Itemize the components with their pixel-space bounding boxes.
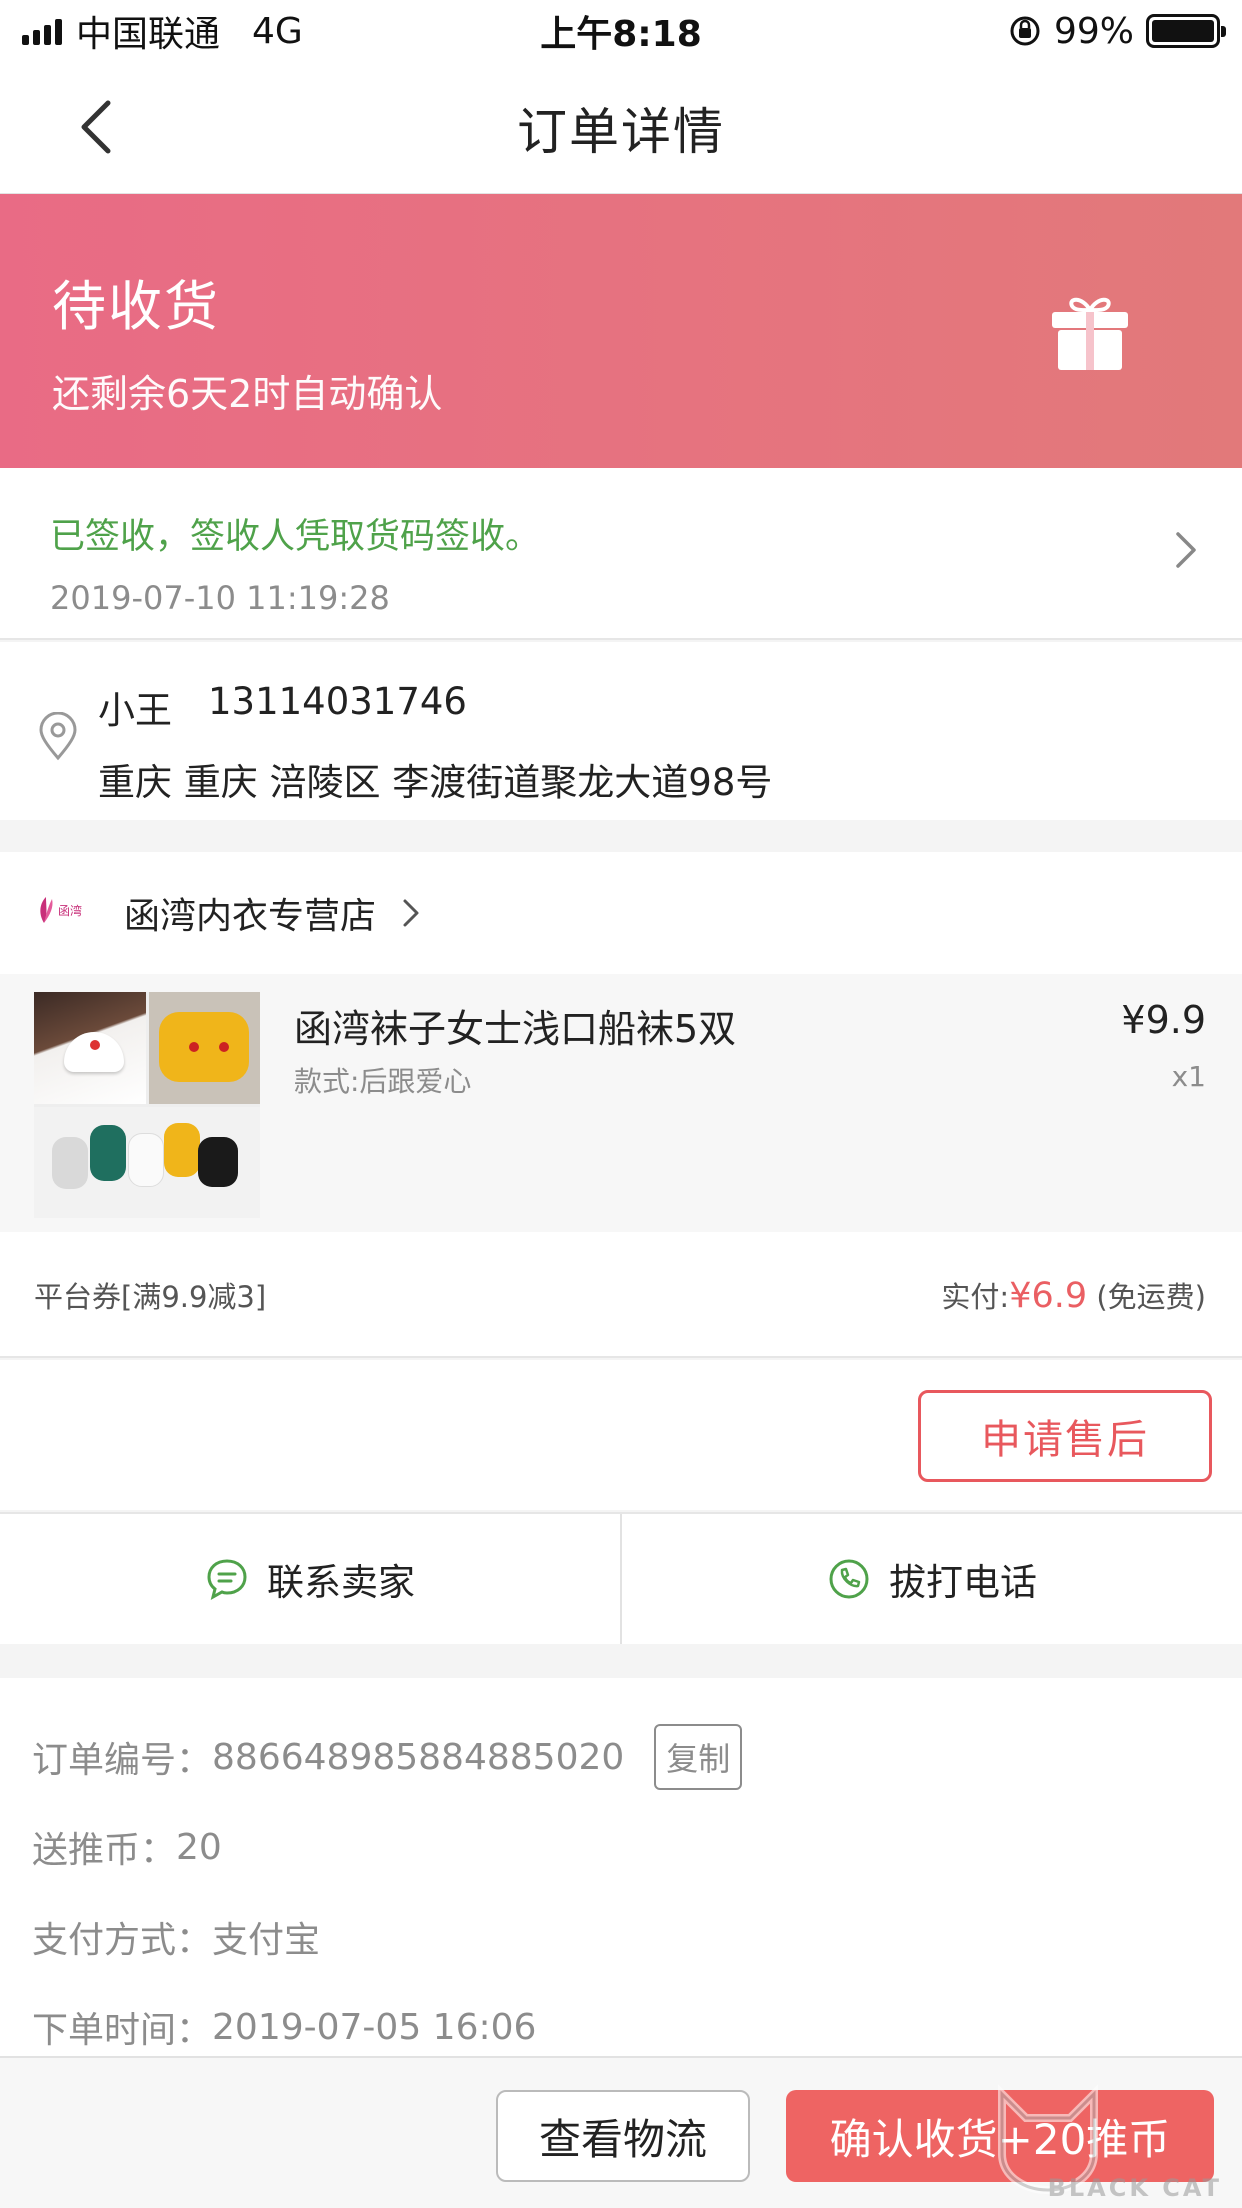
paid-amount: ¥6.9 xyxy=(1009,1276,1088,1316)
shop-logo-icon: 函湾 xyxy=(40,897,82,923)
order-time-value: 2019-07-05 16:06 xyxy=(212,2006,537,2048)
carrier-label: 中国联通 xyxy=(76,14,221,55)
network-label: 4G xyxy=(252,10,303,52)
product-photo-3 xyxy=(34,1106,260,1218)
coins-value: 20 xyxy=(176,1826,222,1868)
order-number-row: 订单编号： 886648985884885020 复制 xyxy=(32,1712,1242,1802)
status-left: 中国联通 4G xyxy=(22,5,303,57)
order-detail-page: 中国联通 4G 上午8:18 99% 订单详情 待收货 还剩余6天2时自动确认 xyxy=(0,0,1242,2208)
product-image xyxy=(34,992,260,1218)
payment-summary: 平台券[满9.9减3] 实付:¥6.9 (免运费) xyxy=(0,1232,1242,1358)
after-sale-button[interactable]: 申请售后 xyxy=(918,1390,1212,1482)
view-logistics-button[interactable]: 查看物流 xyxy=(496,2090,750,2182)
chevron-right-icon xyxy=(403,899,419,927)
order-info: 订单编号： 886648985884885020 复制 送推币： 20 支付方式… xyxy=(0,1678,1242,2056)
shop-row[interactable]: 函湾 函湾内衣专营店 xyxy=(0,852,1242,974)
product-price: ¥9.9 xyxy=(1121,998,1206,1042)
order-number: 886648985884885020 xyxy=(212,1736,625,1778)
contact-seller-button[interactable]: 联系卖家 xyxy=(0,1514,620,1644)
product-photo-1 xyxy=(34,992,146,1104)
coins-label: 送推币： xyxy=(32,1830,177,1871)
product-name: 函湾袜子女士浅口船袜5双 xyxy=(294,1007,737,1051)
product-quantity: x1 xyxy=(1171,1060,1206,1093)
after-sale-row: 申请售后 xyxy=(0,1360,1242,1510)
back-button[interactable] xyxy=(60,92,130,162)
order-time-label: 下单时间： xyxy=(32,2010,213,2051)
coupon-label: 平台券[满9.9减3] xyxy=(34,1280,267,1314)
product-photo-2 xyxy=(148,992,260,1104)
chevron-left-icon xyxy=(81,100,111,154)
status-bar: 中国联通 4G 上午8:18 99% xyxy=(0,0,1242,62)
logistics-status[interactable]: 已签收，签收人凭取货码签收。 2019-07-10 11:19:28 xyxy=(0,468,1242,640)
product-spec: 款式:后跟爱心 xyxy=(294,1065,472,1098)
signal-icon xyxy=(22,17,62,45)
payment-method-label: 支付方式： xyxy=(32,1920,213,1961)
watermark: BLACK CAT xyxy=(988,2084,1236,2208)
order-number-label: 订单编号： xyxy=(32,1740,213,1781)
recipient: 小王 13114031746 xyxy=(98,680,1242,734)
status-right: 99% xyxy=(1008,10,1226,52)
paid-total: 实付:¥6.9 (免运费) xyxy=(941,1274,1206,1316)
product-item[interactable]: 函湾袜子女士浅口船袜5双 款式:后跟爱心 ¥9.9 x1 xyxy=(0,974,1242,1232)
battery-icon xyxy=(1146,14,1226,48)
gift-icon xyxy=(1052,297,1128,370)
phone-icon xyxy=(829,1559,869,1599)
location-pin-icon xyxy=(39,712,77,761)
payment-method-value: 支付宝 xyxy=(212,1920,321,1961)
shipping-note: (免运费) xyxy=(1087,1280,1206,1314)
nav-bar: 订单详情 xyxy=(0,62,1242,194)
contact-bar: 联系卖家 拔打电话 xyxy=(0,1512,1242,1644)
contact-seller-label: 联系卖家 xyxy=(267,1561,415,1604)
copy-button[interactable]: 复制 xyxy=(654,1724,743,1790)
rotation-lock-icon xyxy=(1010,16,1040,46)
chevron-right-icon xyxy=(1176,532,1196,568)
shop-name: 函湾内衣专营店 xyxy=(124,896,377,937)
call-button[interactable]: 拔打电话 xyxy=(622,1514,1242,1644)
order-status-banner: 待收货 还剩余6天2时自动确认 xyxy=(0,194,1242,468)
logistics-message: 已签收，签收人凭取货码签收。 xyxy=(50,517,541,557)
chat-icon xyxy=(207,1559,247,1600)
recipient-phone: 13114031746 xyxy=(208,680,467,723)
logistics-time: 2019-07-10 11:19:28 xyxy=(50,579,390,617)
watermark-text: BLACK CAT xyxy=(1047,2174,1222,2202)
recipient-name: 小王 xyxy=(98,689,172,732)
page-title: 订单详情 xyxy=(517,102,725,161)
shop-logo: 函湾 xyxy=(34,891,94,935)
battery-percent: 99% xyxy=(1053,10,1134,52)
payment-method-row: 支付方式： 支付宝 xyxy=(32,1892,1242,1982)
call-label: 拔打电话 xyxy=(889,1561,1037,1604)
paid-label: 实付: xyxy=(941,1280,1010,1314)
shipping-address: 小王 13114031746 重庆 重庆 涪陵区 李渡街道聚龙大道98号 xyxy=(0,642,1242,820)
address-detail: 重庆 重庆 涪陵区 李渡街道聚龙大道98号 xyxy=(98,761,773,804)
coins-row: 送推币： 20 xyxy=(32,1802,1242,1892)
shop-logo-text: 函湾 xyxy=(58,903,82,918)
